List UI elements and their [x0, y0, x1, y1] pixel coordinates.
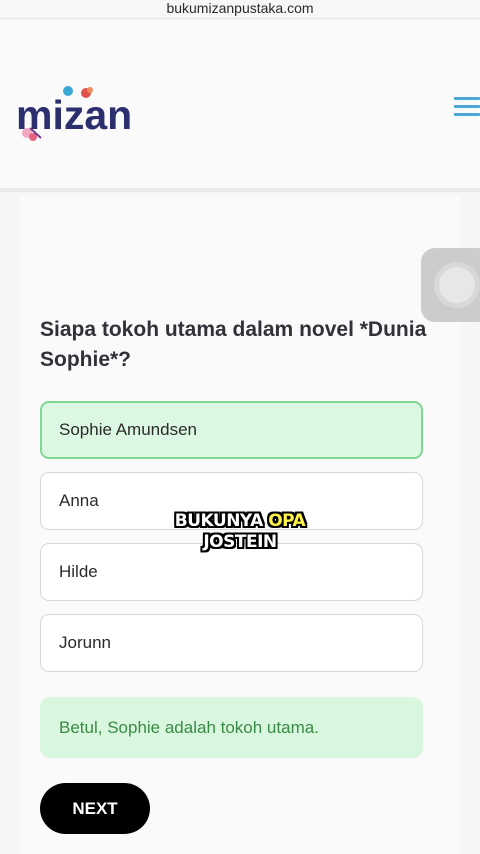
assistive-touch-button[interactable] — [421, 248, 480, 322]
url-text: bukumizanpustaka.com — [166, 0, 314, 16]
option-label: Sophie Amundsen — [59, 420, 197, 439]
option-label: Anna — [59, 491, 99, 510]
browser-url-bar[interactable]: bukumizanpustaka.com — [0, 0, 480, 19]
quiz-option-correct[interactable]: Sophie Amundsen — [40, 401, 423, 459]
hamburger-menu-icon[interactable] — [454, 97, 480, 119]
mizan-logo[interactable]: mizan — [16, 82, 161, 142]
next-button[interactable]: NEXT — [40, 783, 150, 834]
quiz-option[interactable]: Jorunn — [40, 614, 423, 672]
option-label: Jorunn — [59, 633, 111, 652]
assistive-touch-icon — [439, 267, 475, 303]
video-caption-overlay: BUKUNYA OPA JOSTEIN — [150, 511, 330, 553]
caption-word: BUKUNYA — [174, 511, 264, 531]
option-label: Hilde — [59, 562, 98, 581]
caption-line-1: BUKUNYA OPA — [150, 511, 330, 532]
caption-line-2: JOSTEIN — [203, 532, 277, 552]
site-header: mizan — [0, 20, 480, 192]
feedback-text: Betul, Sophie adalah tokoh utama. — [59, 717, 319, 737]
answer-feedback: Betul, Sophie adalah tokoh utama. — [40, 697, 423, 758]
quiz-question: Siapa tokoh utama dalam novel *Dunia Sop… — [40, 318, 427, 371]
caption-highlight: OPA — [268, 511, 306, 531]
